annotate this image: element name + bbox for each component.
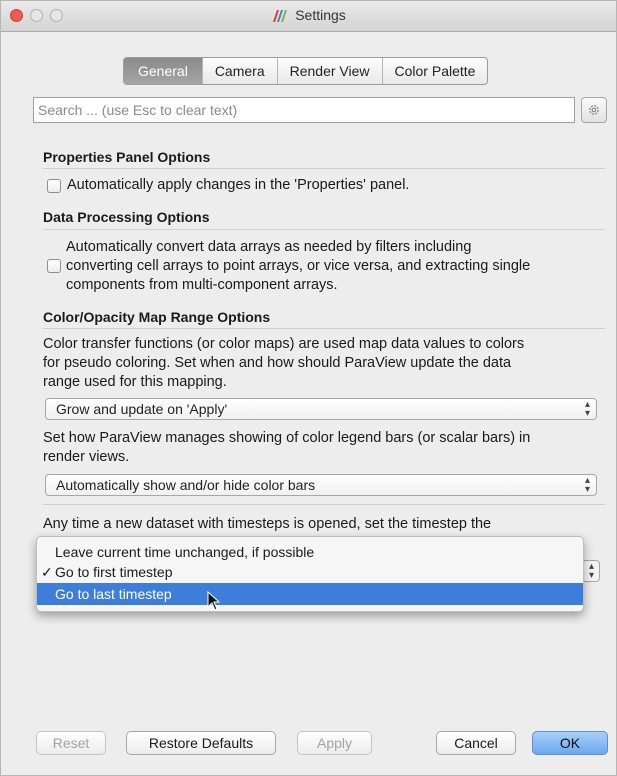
option-label: Go to last timestep [55, 586, 172, 602]
auto-convert-label-line-3: components from multi-component arrays. [66, 277, 338, 293]
up-down-arrows-icon: ▴ ▾ [588, 561, 595, 581]
range-mode-value: Grow and update on 'Apply' [56, 401, 228, 417]
timestep-dropdown-menu: Leave current time unchanged, if possibl… [36, 536, 584, 612]
search-input[interactable] [33, 97, 575, 123]
dropdown-option-last-timestep[interactable]: Go to last timestep [37, 583, 583, 605]
color-map-description-line-3: range used for this mapping. [43, 374, 227, 390]
cancel-button[interactable]: Cancel [436, 731, 516, 755]
option-label: Leave current time unchanged, if possibl… [55, 544, 315, 560]
section-divider [43, 229, 605, 230]
auto-apply-label: Automatically apply changes in the 'Prop… [67, 177, 410, 193]
auto-apply-checkbox[interactable] [47, 179, 61, 193]
range-mode-select[interactable]: Grow and update on 'Apply' ▴ ▾ [45, 398, 597, 420]
color-map-description-line-1: Color transfer functions (or color maps)… [43, 336, 525, 352]
apply-button[interactable]: Apply [297, 731, 372, 755]
legend-description-line-2: render views. [43, 449, 130, 465]
color-opacity-options-title: Color/Opacity Map Range Options [43, 309, 271, 325]
option-label: Go to first timestep [55, 564, 173, 580]
auto-convert-label-line-2: converting cell arrays to point arrays, … [66, 258, 531, 274]
tab-camera[interactable]: Camera [201, 58, 277, 84]
dropdown-option-leave-time[interactable]: Leave current time unchanged, if possibl… [37, 541, 583, 563]
timestep-select[interactable]: ▴ ▾ [583, 560, 600, 582]
reset-button[interactable]: Reset [36, 731, 106, 755]
tab-render-view[interactable]: Render View [276, 58, 382, 84]
color-map-description-line-2: for pseudo coloring. Set when and how sh… [43, 355, 512, 371]
timestep-description: Any time a new dataset with timesteps is… [43, 516, 492, 532]
color-legend-value: Automatically show and/or hide color bar… [56, 477, 316, 493]
tab-general[interactable]: General [124, 58, 202, 84]
window-title: Settings [295, 7, 346, 23]
settings-window: Settings General Camera Render View Colo… [0, 0, 617, 776]
section-divider [43, 504, 605, 505]
paraview-logo-icon [273, 10, 288, 23]
settings-tabs: General Camera Render View Color Palette [123, 57, 489, 85]
legend-description-line-1: Set how ParaView manages showing of colo… [43, 430, 531, 446]
auto-convert-arrays-checkbox[interactable] [47, 259, 61, 273]
color-legend-select[interactable]: Automatically show and/or hide color bar… [45, 474, 597, 496]
ok-button[interactable]: OK [532, 731, 608, 755]
mouse-pointer-icon [207, 591, 221, 611]
dropdown-option-first-timestep[interactable]: ✓ Go to first timestep [37, 561, 583, 583]
up-down-arrows-icon: ▴ ▾ [584, 475, 590, 495]
tab-color-palette[interactable]: Color Palette [381, 58, 488, 84]
gear-icon [589, 105, 599, 115]
up-down-arrows-icon: ▴ ▾ [584, 399, 590, 419]
section-divider [43, 328, 605, 329]
restore-defaults-button[interactable]: Restore Defaults [126, 731, 276, 755]
data-processing-options-title: Data Processing Options [43, 209, 210, 225]
section-divider [43, 168, 605, 169]
auto-convert-label-line-1: Automatically convert data arrays as nee… [66, 239, 472, 255]
advanced-settings-button[interactable] [581, 97, 607, 123]
properties-panel-options-title: Properties Panel Options [43, 149, 211, 165]
checkmark-icon: ✓ [41, 564, 53, 580]
title-bar: Settings [1, 1, 616, 32]
window-title-area: Settings [1, 7, 616, 23]
